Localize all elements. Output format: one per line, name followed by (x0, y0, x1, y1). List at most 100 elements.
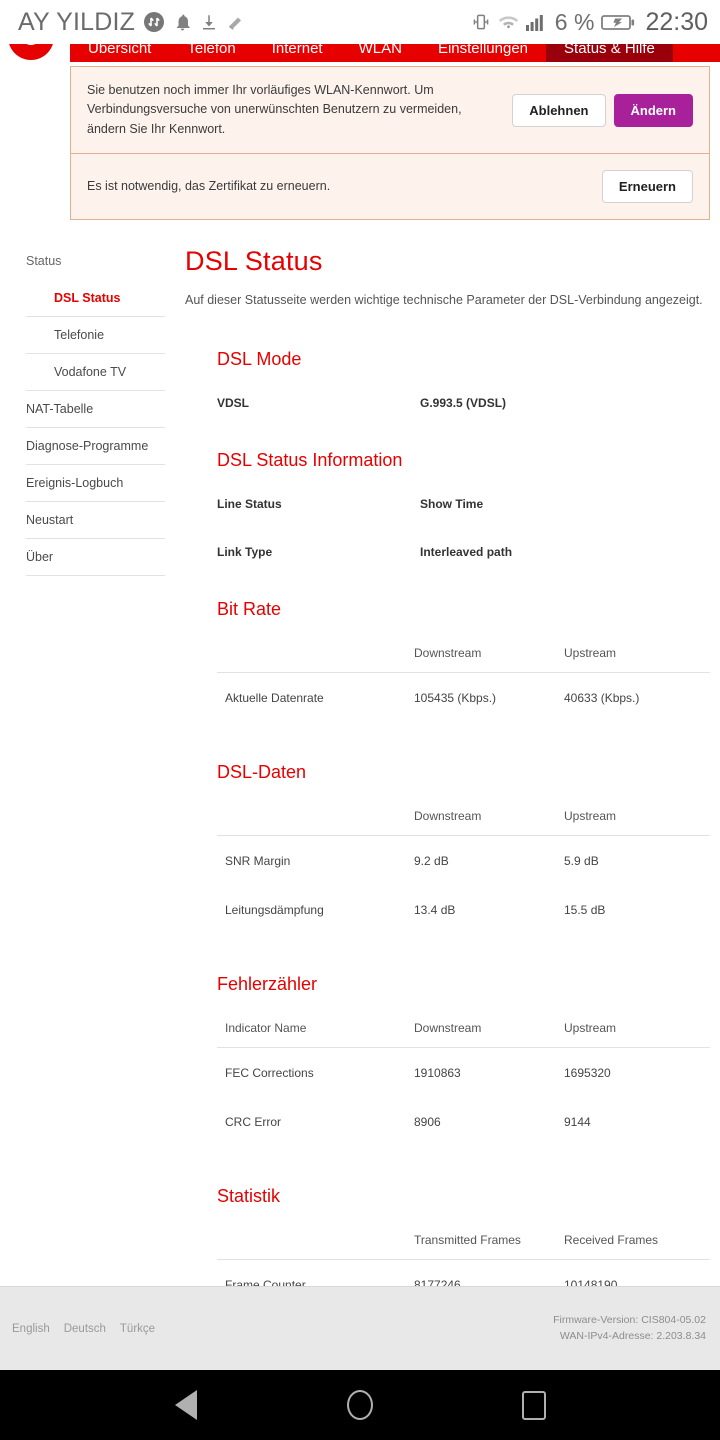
data-transfer-icon (143, 11, 165, 33)
dsl-mode-key: VDSL (217, 396, 250, 411)
fehlerzaehler-table: Indicator Name Downstream Upstream FEC C… (217, 1021, 710, 1146)
dsl-daten-col-1: Downstream (414, 809, 564, 837)
section-dsl-daten: DSL-Daten Downstream Upstream SNR Margin… (217, 762, 710, 934)
section-dsl-status-information: DSL Status Information Line Status Show … (217, 450, 710, 559)
language-link-turkce[interactable]: Türkçe (120, 1323, 155, 1335)
sidebar-item-ereignis-logbuch[interactable]: Ereignis-Logbuch (26, 464, 165, 501)
android-status-bar: AY YILDIZ 6 % 22:30 (0, 0, 720, 44)
status-bar-right: 6 % 22:30 (471, 8, 708, 37)
sidebar-item-vodafone-tv[interactable]: Vodafone TV (26, 353, 165, 390)
table-row: Leitungsdämpfung 13.4 dB 15.5 dB (217, 885, 710, 934)
dsl-daten-table: Downstream Upstream SNR Margin 9.2 dB 5.… (217, 809, 710, 934)
section-title-dsl-status-information: DSL Status Information (217, 450, 403, 471)
language-link-deutsch[interactable]: Deutsch (64, 1323, 106, 1335)
main-content: DSL Status Auf dieser Statusseite werden… (165, 246, 720, 1349)
wan-ip-label: WAN-IPv4-Adresse: 2.203.8.34 (559, 1329, 706, 1342)
erneuern-button[interactable]: Erneuern (601, 170, 693, 204)
certificate-banner-text: Es ist notwendig, das Zertifikat zu erne… (87, 178, 331, 193)
sidebar-item-ueber[interactable]: Über (26, 538, 165, 577)
bit-rate-row-0-name: Aktuelle Datenrate (225, 691, 324, 706)
fehlerzaehler-col-1: Downstream (414, 1021, 564, 1049)
section-bit-rate: Bit Rate Downstream Upstream Aktuelle Da… (217, 599, 710, 722)
table-row: Aktuelle Datenrate 105435 (Kbps.) 40633 … (217, 673, 710, 723)
dsl-daten-row-0-downstream: 9.2 dB (414, 854, 449, 869)
table-header-row: Downstream Upstream (217, 809, 710, 837)
section-title-fehlerzaehler: Fehlerzähler (217, 974, 318, 995)
dsl-daten-col-0 (217, 809, 414, 837)
fehlerzaehler-col-2: Upstream (564, 1021, 710, 1049)
clock-label: 22:30 (645, 7, 708, 36)
back-triangle-icon (175, 1390, 197, 1420)
line-status-row: Line Status Show Time (217, 497, 710, 511)
page-body: Status DSL Status Telefonie Vodafone TV … (0, 220, 720, 1349)
browser-page: Übersicht Telefon Internet WLAN Einstell… (0, 36, 720, 1370)
section-title-bit-rate: Bit Rate (217, 599, 282, 620)
page-title: DSL Status (185, 246, 323, 277)
sidebar-item-nat-tabelle[interactable]: NAT-Tabelle (26, 390, 165, 427)
fehlerzaehler-row-0-name: FEC Corrections (225, 1066, 314, 1081)
table-header-row: Indicator Name Downstream Upstream (217, 1021, 710, 1049)
statistik-col-2: Received Frames (564, 1233, 710, 1261)
dsl-mode-row: VDSL G.993.5 (VDSL) (217, 396, 710, 410)
certificate-banner: Es ist notwendig, das Zertifikat zu erne… (70, 154, 710, 221)
bit-rate-col-0 (217, 646, 414, 674)
dsl-daten-row-1-upstream: 15.5 dB (564, 903, 606, 918)
fehlerzaehler-row-0-upstream: 1695320 (564, 1066, 611, 1081)
ablehnen-button[interactable]: Ablehnen (512, 93, 606, 127)
table-header-row: Transmitted Frames Received Frames (217, 1233, 710, 1261)
dsl-daten-col-2: Upstream (564, 809, 710, 837)
table-row: CRC Error 8906 9144 (217, 1097, 710, 1146)
section-title-statistik: Statistik (217, 1186, 281, 1207)
carrier-label: AY YILDIZ (18, 7, 136, 36)
certificate-banner-actions: Erneuern (601, 170, 693, 204)
battery-percent-label: 6 % (554, 8, 595, 35)
statistik-col-0 (217, 1233, 414, 1261)
fehlerzaehler-row-0-downstream: 1910863 (414, 1066, 461, 1081)
table-row: SNR Margin 9.2 dB 5.9 dB (217, 836, 710, 886)
language-link-english[interactable]: English (12, 1323, 50, 1335)
bit-rate-row-0-downstream: 105435 (Kbps.) (414, 691, 497, 706)
status-bar-left: AY YILDIZ (18, 8, 244, 37)
app-icon (226, 13, 244, 31)
bit-rate-row-0-upstream: 40633 (Kbps.) (564, 691, 640, 706)
bit-rate-table: Downstream Upstream Aktuelle Datenrate 1… (217, 646, 710, 722)
section-dsl-mode: DSL Mode VDSL G.993.5 (VDSL) (217, 349, 710, 410)
sidebar-navigation: Status DSL Status Telefonie Vodafone TV … (0, 246, 165, 1349)
recents-button[interactable] (517, 1388, 551, 1422)
table-header-row: Downstream Upstream (217, 646, 710, 674)
vibrate-icon (471, 12, 491, 32)
home-button[interactable] (343, 1388, 377, 1422)
section-title-dsl-mode: DSL Mode (217, 349, 302, 370)
android-navigation-bar (0, 1370, 720, 1440)
fehlerzaehler-row-1-name: CRC Error (225, 1115, 281, 1130)
page-footer: English Deutsch Türkçe Firmware-Version:… (0, 1286, 720, 1370)
back-button[interactable] (169, 1388, 203, 1422)
link-type-value: Interleaved path (420, 545, 513, 560)
wlan-password-banner-actions: Ablehnen Ändern (512, 93, 693, 127)
sidebar-group-title: Status (26, 254, 62, 269)
firmware-info: Firmware-Version: CIS804-05.02 WAN-IPv4-… (553, 1313, 706, 1345)
home-circle-icon (347, 1390, 373, 1420)
download-icon (200, 13, 218, 31)
link-type-key: Link Type (217, 545, 273, 560)
sidebar-item-telefonie[interactable]: Telefonie (26, 316, 165, 353)
sidebar-item-neustart[interactable]: Neustart (26, 501, 165, 538)
notification-banners: Sie benutzen noch immer Ihr vorläufiges … (0, 66, 720, 221)
dsl-daten-row-0-name: SNR Margin (225, 854, 291, 869)
bit-rate-col-2: Upstream (564, 646, 710, 674)
sidebar-item-dsl-status[interactable]: DSL Status (26, 280, 165, 316)
section-fehlerzaehler: Fehlerzähler Indicator Name Downstream U… (217, 974, 710, 1146)
firmware-version-label: Firmware-Version: CIS804-05.02 (553, 1313, 706, 1326)
line-status-value: Show Time (420, 497, 484, 512)
section-title-dsl-daten: DSL-Daten (217, 762, 307, 783)
page-description: Auf dieser Statusseite werden wichtige t… (185, 293, 703, 308)
aendern-button[interactable]: Ändern (613, 93, 693, 127)
fehlerzaehler-col-0: Indicator Name (217, 1021, 414, 1049)
link-type-row: Link Type Interleaved path (217, 545, 710, 559)
wlan-password-banner: Sie benutzen noch immer Ihr vorläufiges … (70, 66, 710, 155)
sidebar-item-diagnose-programme[interactable]: Diagnose-Programme (26, 427, 165, 464)
recents-square-icon (522, 1390, 546, 1420)
fehlerzaehler-row-1-downstream: 8906 (414, 1115, 441, 1130)
wifi-icon (498, 12, 519, 33)
line-status-key: Line Status (217, 497, 282, 512)
